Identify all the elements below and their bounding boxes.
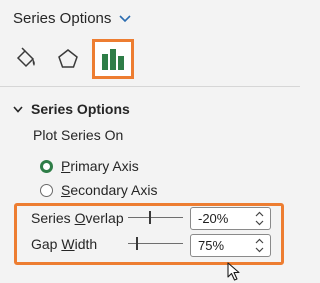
mouse-cursor-icon (227, 262, 240, 281)
bar-chart-icon (102, 49, 124, 70)
spin-up-icon[interactable] (255, 210, 264, 218)
spin-down-icon[interactable] (255, 219, 264, 227)
gap-width-label: Gap Width (31, 236, 98, 252)
gap-width-slider[interactable] (128, 236, 183, 252)
chevron-down-icon (119, 14, 131, 22)
series-overlap-row: Series Overlap (31, 210, 126, 226)
radio-primary-axis[interactable]: Primary Axis (40, 158, 139, 174)
series-overlap-slider[interactable] (128, 210, 183, 226)
pane-title-dropdown[interactable]: Series Options (13, 10, 131, 27)
tab-effects[interactable] (52, 42, 84, 76)
paint-bucket-icon (16, 47, 35, 68)
pane-title: Series Options (13, 10, 112, 27)
spin-up-icon[interactable] (255, 237, 264, 245)
slider-thumb[interactable] (136, 237, 138, 250)
tab-fill-line[interactable] (10, 42, 42, 76)
series-overlap-label: Series Overlap (31, 210, 124, 226)
slider-thumb[interactable] (149, 211, 151, 224)
section-header-series-options[interactable]: Series Options (13, 101, 130, 117)
section-title: Series Options (31, 101, 130, 117)
series-overlap-spinner[interactable]: -20% (190, 207, 271, 230)
spin-down-icon[interactable] (255, 246, 264, 254)
plot-series-on-label: Plot Series On (33, 127, 124, 143)
slider-track (128, 217, 183, 218)
gap-width-value: 75% (198, 238, 225, 253)
radio-unselected-icon (40, 183, 53, 197)
gap-width-row: Gap Width (31, 236, 126, 252)
radio-label-secondary-axis: Secondary Axis (61, 182, 158, 198)
gap-width-spinner[interactable]: 75% (190, 234, 271, 257)
radio-label-primary-axis: Primary Axis (61, 158, 139, 174)
tab-series-options[interactable] (92, 39, 134, 79)
radio-secondary-axis[interactable]: Secondary Axis (40, 182, 158, 198)
series-overlap-value: -20% (198, 211, 229, 226)
divider (0, 86, 300, 87)
radio-selected-icon (40, 159, 53, 173)
chevron-down-icon (13, 105, 23, 113)
pentagon-icon (58, 49, 78, 68)
